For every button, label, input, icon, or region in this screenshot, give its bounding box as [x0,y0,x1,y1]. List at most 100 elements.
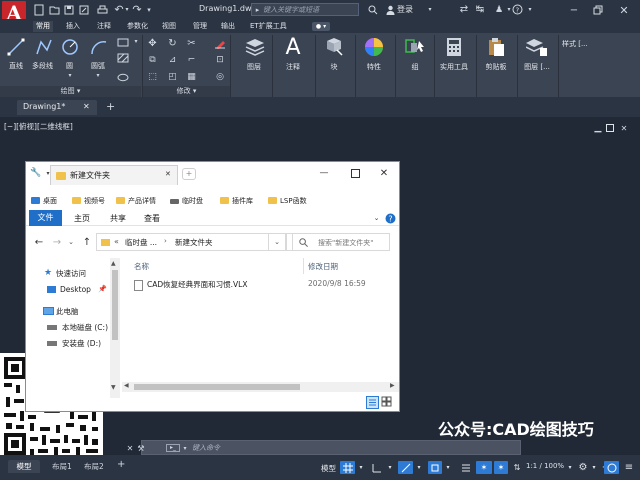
user-icon[interactable] [385,3,395,16]
circle-tool-label[interactable]: 圆 [66,61,73,71]
annotation-scale-label[interactable]: 1:1 / 100% [526,462,564,470]
viewport-restore-icon[interactable] [605,123,615,133]
circle-tool-icon[interactable] [60,36,80,58]
layer-button[interactable]: 图层 [234,35,274,97]
ribbon-expand-icon[interactable]: ⌄ [372,213,381,223]
horizontal-scrollbar[interactable]: ◀ ▶ [122,382,399,392]
large-icons-view-button[interactable] [381,396,394,409]
wrench-icon[interactable]: 🔧 [30,167,42,179]
explorer-minimize-icon[interactable]: — [316,165,332,181]
column-header-date[interactable]: 修改日期 [308,261,338,272]
history-dropdown-icon[interactable]: ⌄ [67,236,75,248]
forward-arrow-icon[interactable]: → [50,235,64,249]
login-dropdown-icon[interactable]: ▾ [426,4,434,15]
nav-drive-c[interactable]: 本地磁盘 (C:) [26,320,122,335]
command-settings-icon[interactable]: ⚒ [136,442,146,454]
help-menu-dropdown-icon[interactable]: ▾ [526,4,534,15]
isodraft-toggle[interactable] [398,461,413,474]
layout-tab-1[interactable]: 布局1 [52,461,72,472]
osnap-toggle[interactable] [428,461,442,474]
help-icon[interactable]: ? [511,3,524,16]
login-link[interactable]: 登录 [397,4,413,15]
add-layout-button[interactable]: + [117,459,125,470]
back-arrow-icon[interactable]: ← [32,235,46,249]
polyline-tool-icon[interactable] [34,36,54,58]
save-icon[interactable] [63,3,75,16]
menu-home[interactable]: 主页 [74,213,90,224]
quick-access-video[interactable]: 视频号 [72,194,105,208]
command-close-icon[interactable]: ✕ [125,442,135,454]
clipboard-button[interactable]: 剪贴板 [476,35,516,97]
redo-icon[interactable]: ↷ [131,3,143,16]
up-arrow-icon[interactable]: ↑ [81,235,93,249]
annotation-visibility-toggle[interactable]: ✶ [476,461,492,474]
document-tab-close-icon[interactable]: ✕ [83,102,90,111]
tab-home[interactable]: 常用 [33,21,53,32]
cart-icon[interactable]: ⇄ [458,3,470,16]
quick-access-products[interactable]: 产品详情 [116,194,156,208]
rectangle-tool-icon[interactable] [116,36,130,48]
polar-toggle[interactable]: ▾ [385,461,395,474]
polyline-tool-label[interactable]: 多段线 [32,61,53,71]
explorer-close-icon[interactable]: ✕ [376,165,392,181]
tab-output[interactable]: 输出 [218,21,238,32]
draw-extra-dropdown-icon[interactable]: ▾ [132,37,140,45]
search-box[interactable]: ▸ 键入关键字或短语 [251,3,359,16]
trim-tool-icon[interactable]: ✂ [185,37,198,49]
mirror-tool-icon[interactable]: ⊿ [166,54,179,66]
hscroll-thumb[interactable] [134,384,300,390]
address-bar[interactable]: « 临时盘 ... › 新建文件夹 [96,233,286,251]
stretch-tool-icon[interactable]: ⬚ [146,71,159,83]
modify-panel-footer[interactable]: 修改 ▾ [143,86,230,97]
viewport-minimize-icon[interactable]: ▁ [593,123,603,133]
grid-toggle[interactable] [340,461,355,474]
scale-dropdown[interactable]: ▾ [566,461,574,474]
viewport-close-icon[interactable]: ✕ [619,123,629,133]
new-tab-button[interactable]: + [106,100,115,113]
model-space-button[interactable]: 模型 [321,463,336,474]
circle-dropdown-icon[interactable]: ▾ [66,71,74,79]
quick-access-plugins[interactable]: 插件库 [220,194,253,208]
workspace-gear-icon[interactable]: ⚙ [576,461,590,474]
scale-icon[interactable]: ⇅ [510,461,524,474]
line-tool-icon[interactable] [6,36,26,58]
nav-scroll-up-icon[interactable]: ▲ [111,260,116,267]
otrack-toggle[interactable]: ▾ [443,461,453,474]
menu-view[interactable]: 查看 [144,213,160,224]
move-tool-icon[interactable]: ✥ [146,37,159,49]
ellipse-tool-icon[interactable] [116,71,130,83]
fillet-tool-icon[interactable]: ⌐ [185,54,198,66]
explode-tool-icon[interactable]: ⊡ [213,54,227,66]
menu-share[interactable]: 共享 [110,213,126,224]
hscroll-right-icon[interactable]: ▶ [390,382,395,389]
arc-tool-label[interactable]: 圆弧 [91,61,105,71]
exchange-icon[interactable]: ↹ [474,3,486,16]
line-tool-label[interactable]: 直线 [9,61,23,71]
lineweight-toggle[interactable] [459,461,473,474]
workspace-dropdown[interactable]: ▾ [590,461,598,474]
layer-state-button[interactable]: 图层 [... [517,35,557,97]
command-line[interactable]: ✕ ⚒ ▸_ ▾ 键入命令 [127,440,521,455]
document-tab[interactable]: Drawing1* ✕ [17,100,97,115]
customization-menu-icon[interactable]: ≡ [622,461,636,474]
osnap-dropdown[interactable]: ▾ [414,461,424,474]
explorer-new-tab-button[interactable]: + [182,168,196,180]
hatch-tool-icon[interactable] [116,52,130,64]
properties-button[interactable]: 特性 [354,35,394,97]
minimize-icon[interactable]: − [566,2,582,18]
ribbon-toggle-button[interactable]: ● ▾ [312,22,330,31]
open-icon[interactable] [48,3,60,16]
breadcrumb-temp[interactable]: 临时盘 ... [125,237,157,248]
vertical-scrollbar[interactable] [622,137,634,437]
restore-icon[interactable] [590,2,606,18]
file-row[interactable]: CAD恢复经典界面和习惯.VLX 2020/9/8 16:59 [132,278,392,292]
details-view-button[interactable] [366,396,379,409]
column-divider[interactable] [303,258,304,274]
quick-access-desktop[interactable]: 桌面 [31,194,57,208]
quick-access-lsp[interactable]: LSP函数 [268,194,307,208]
nav-desktop[interactable]: Desktop 📌 [26,282,122,297]
command-dropdown-icon[interactable]: ▾ [181,442,189,454]
viewport-controls[interactable]: [−][俯视][二维线框] [4,121,73,132]
layout-tab-model[interactable]: 模型 [8,460,40,473]
snap-toggle[interactable]: ▾ [356,461,366,474]
